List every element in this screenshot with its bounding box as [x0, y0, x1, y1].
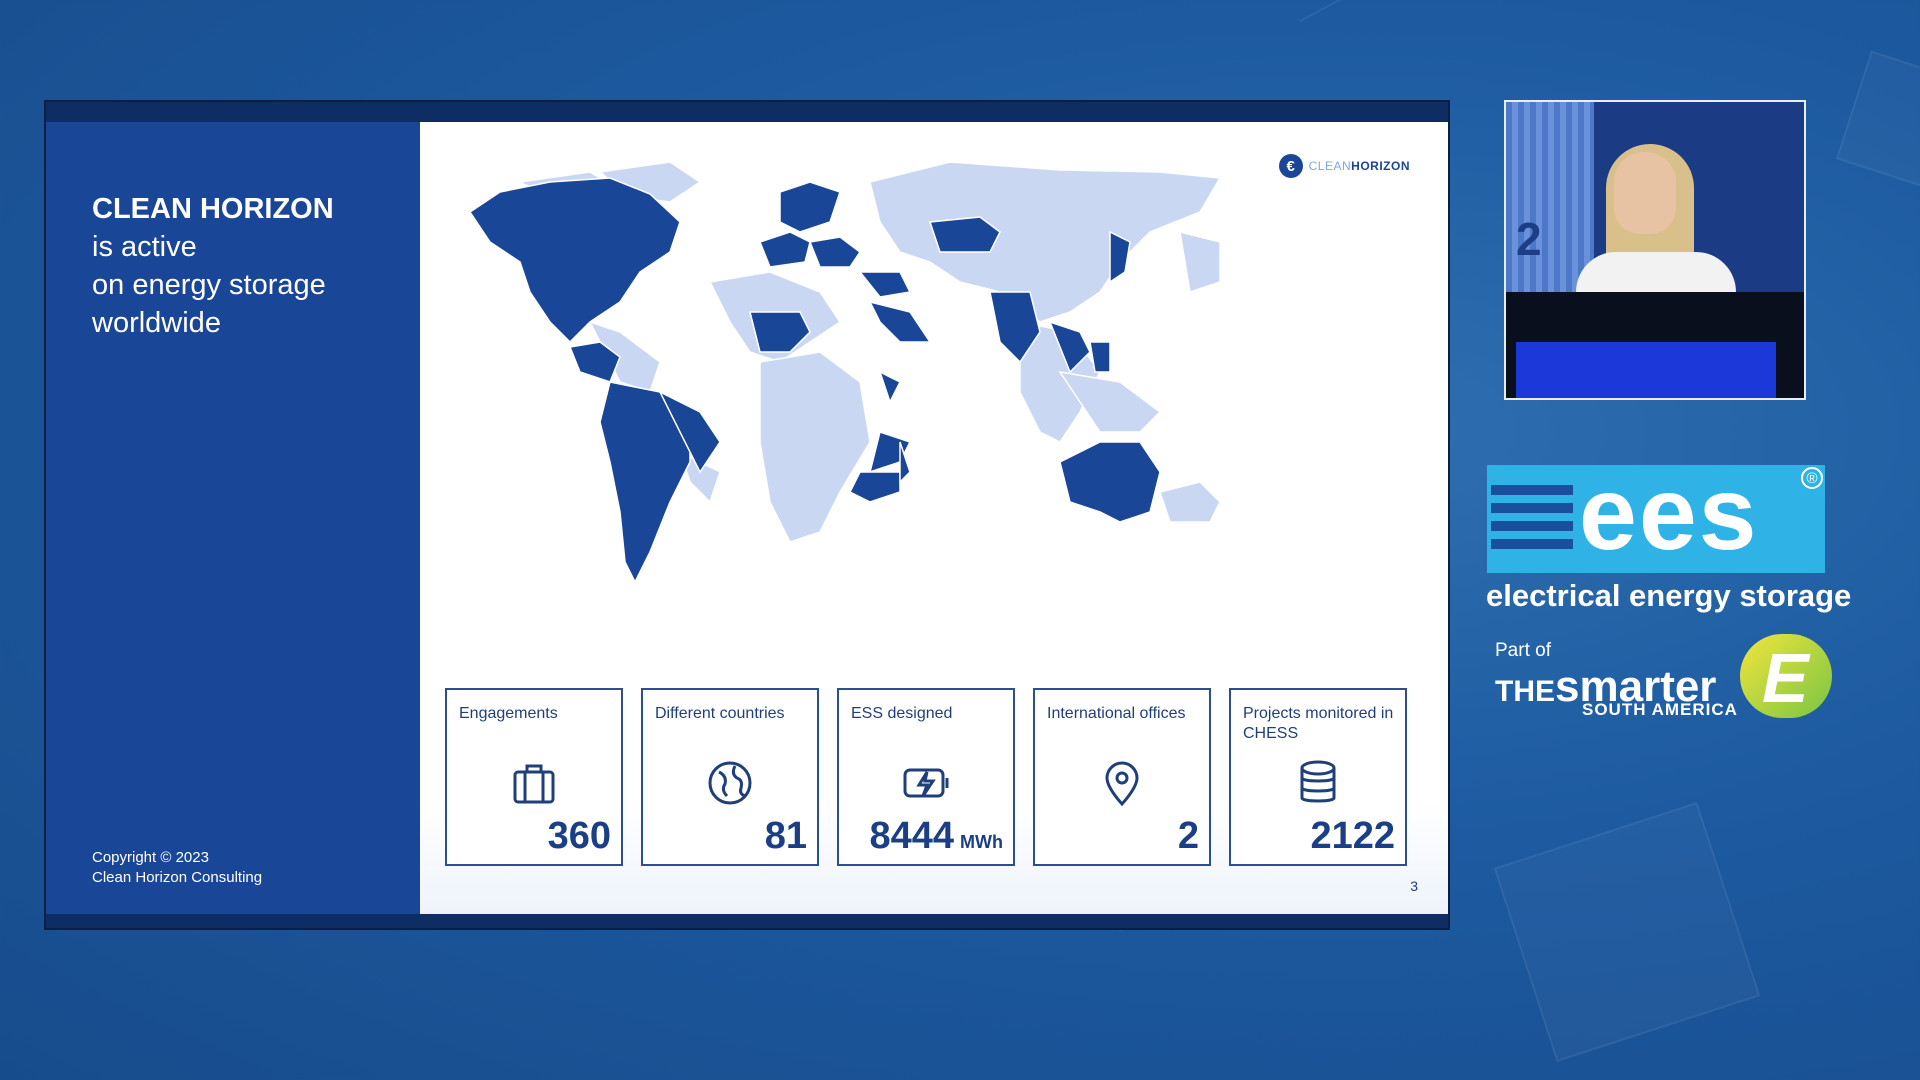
slide-title: CLEAN HORIZON is active on energy storag… [92, 190, 334, 342]
smarter-e-badge-letter: E [1762, 639, 1809, 717]
copyright-notice: Copyright © 2023 Clean Horizon Consultin… [92, 848, 262, 888]
ees-logo-text: ees [1579, 456, 1759, 572]
ees-bar [1491, 485, 1573, 495]
briefcase-icon [513, 764, 555, 804]
stat-label: Engagements [459, 705, 558, 722]
copyright-line: Clean Horizon Consulting [92, 869, 263, 886]
stat-value: 2 [1178, 815, 1199, 858]
logo-text-clean: CLEAN [1308, 159, 1352, 173]
clean-horizon-logo-icon: € [1278, 154, 1303, 178]
ees-bar [1491, 539, 1573, 549]
stat-card-engagements: Engagements 360 [445, 688, 623, 866]
background-panel [1835, 50, 1920, 204]
stat-value-number: 360 [547, 815, 611, 857]
presenter-head [1614, 152, 1676, 234]
region-label: SOUTH AMERICA [1582, 700, 1738, 719]
registered-mark-icon: ® [1801, 467, 1823, 489]
podium-screen [1516, 342, 1776, 398]
stat-value: 360 [548, 815, 611, 858]
stat-value: 81 [765, 815, 807, 858]
page-number: 3 [1410, 878, 1418, 894]
ees-bar [1491, 503, 1573, 513]
stat-value-number: 81 [764, 815, 807, 857]
stat-label: ESS designed [851, 705, 953, 722]
stat-card-offices: International offices 2 [1033, 688, 1211, 866]
map-pin-icon [1105, 761, 1139, 807]
video-background-number: 2 [1516, 213, 1542, 265]
database-icon [1300, 760, 1336, 803]
stat-label: Different countries [655, 705, 785, 722]
logo-text-horizon: HORIZON [1351, 159, 1410, 173]
stat-value-number: 2122 [1310, 815, 1395, 857]
slide-title-line: is active [92, 231, 197, 263]
stat-value: 8444 MWh [869, 815, 1003, 858]
background-panel [1493, 801, 1761, 1063]
ees-logo-bars [1491, 485, 1573, 557]
stat-value: 2122 [1310, 815, 1395, 858]
presenter-video: 2 [1504, 100, 1806, 400]
battery-bolt-icon [903, 768, 949, 798]
copyright-line: Copyright © 2023 [92, 849, 209, 866]
stat-card-countries: Different countries 81 [641, 688, 819, 866]
stat-label: Projects monitored in CHESS [1243, 705, 1394, 742]
clean-horizon-logo-text: CLEANHORIZON [1309, 159, 1410, 173]
smarter-e-badge-icon: E [1740, 634, 1832, 718]
stat-value-unit: MWh [960, 832, 1003, 852]
presentation-slide: CLEAN HORIZON is active on energy storag… [46, 122, 1448, 914]
slide-title-line: worldwide [92, 307, 221, 339]
ees-logo: ees ® [1487, 459, 1825, 573]
stat-value-number: 8444 [869, 815, 955, 857]
stats-row: Engagements 360 Different countries 81 E… [445, 688, 1407, 866]
slide-title-line: on energy storage [92, 269, 326, 301]
globe-icon [708, 761, 752, 805]
slide-content: € CLEANHORIZON Engagements 360 Different… [420, 122, 1448, 914]
stat-value-number: 2 [1177, 815, 1199, 857]
ees-bar [1491, 521, 1573, 531]
clean-horizon-logo: € CLEANHORIZON [1278, 154, 1410, 178]
stat-card-ess-designed: ESS designed 8444 MWh [837, 688, 1015, 866]
the-smarter-e-the: THE [1495, 675, 1555, 708]
stat-card-chess-projects: Projects monitored in CHESS 2122 [1229, 688, 1407, 866]
slide-sidebar: CLEAN HORIZON is active on energy storag… [46, 122, 420, 914]
stat-label: International offices [1047, 705, 1186, 722]
ees-tagline: electrical energy storage [1486, 578, 1852, 613]
background-line [1299, 0, 1531, 22]
slide-title-company: CLEAN HORIZON [92, 193, 334, 225]
part-of-label: Part of [1495, 640, 1551, 661]
world-map [468, 161, 1222, 584]
